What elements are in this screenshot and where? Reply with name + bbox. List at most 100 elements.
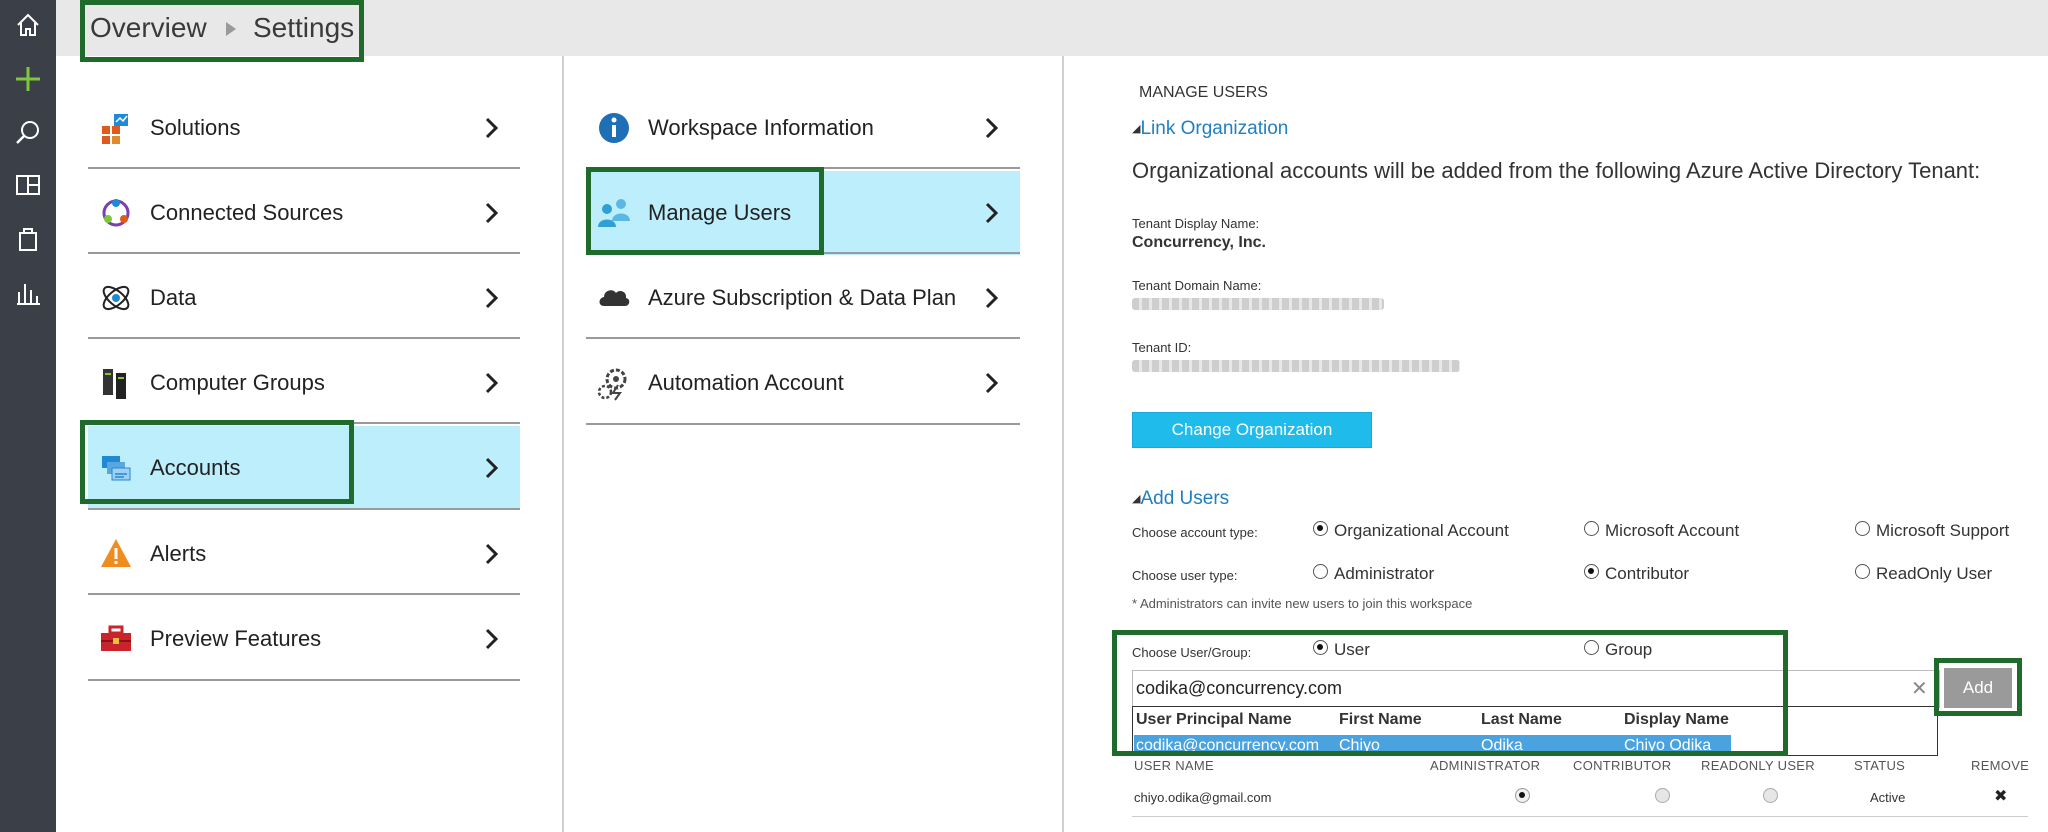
annotation-box-add-button [1934,658,2022,716]
radio-label: Organizational Account [1334,521,1509,540]
annotation-box-user-picker [1112,630,1788,756]
menu-item-alerts[interactable]: Alerts [88,512,520,596]
table-header-administrator: ADMINISTRATOR [1430,758,1541,773]
solutions-icon [102,114,128,144]
table-row-divider [1132,816,2028,817]
alert-icon [101,539,131,567]
chevron-right-icon [485,628,499,650]
radio-microsoft-account[interactable] [1584,521,1599,536]
table-header-contributor: CONTRIBUTOR [1573,758,1672,773]
radio-label: Administrator [1334,564,1435,583]
table-header-remove: REMOVE [1971,758,2030,773]
cloud-icon [599,290,630,306]
chevron-right-icon [485,117,499,139]
tenant-display-label: Tenant Display Name: [1132,216,1260,231]
info-icon [599,113,629,143]
radio-label: Contributor [1605,564,1690,583]
add-users-toggle[interactable]: ◢Add Users [1132,488,1229,510]
column-divider [562,56,564,832]
clear-icon[interactable]: ✕ [1911,676,1928,701]
automation-icon [597,368,627,401]
radio-readonly-user[interactable] [1855,564,1870,579]
dashboard-icon[interactable] [13,170,43,200]
menu-item-label: Preview Features [150,626,322,651]
menu-divider [88,252,520,254]
annotation-box-breadcrumb [80,0,364,62]
radio-contributor[interactable] [1584,564,1599,579]
radio-administrator[interactable] [1313,564,1328,579]
add-users-label: Add Users [1140,488,1230,509]
data-icon [102,285,130,311]
link-organization-label: Link Organization [1140,118,1289,139]
menu-item-label: Connected Sources [150,200,344,225]
menu-item-data[interactable]: Data [88,256,520,340]
tenant-display-value: Concurrency, Inc. [1132,234,1266,251]
user-type-label: Choose user type: [1132,568,1238,583]
left-nav-rail [0,0,56,832]
menu-item-label: Computer Groups [150,370,325,395]
menu-item-preview-features[interactable]: Preview Features [88,597,520,681]
annotation-box-accounts [80,420,354,504]
link-organization-toggle[interactable]: ◢Link Organization [1132,118,1288,140]
add-icon[interactable] [13,64,43,94]
change-organization-button[interactable]: Change Organization [1132,412,1372,448]
chevron-right-icon [985,117,999,139]
row-radio-administrator[interactable] [1515,788,1530,803]
table-header-user-name: USER NAME [1134,758,1214,773]
row-status: Active [1870,790,1906,805]
column-divider [1062,56,1064,832]
tenant-domain-label: Tenant Domain Name: [1132,278,1262,293]
computer-groups-icon [103,369,126,399]
tenant-id-label: Tenant ID: [1132,340,1192,355]
radio-organizational-account[interactable] [1313,521,1328,536]
menu-divider [88,593,520,595]
section-title: MANAGE USERS [1139,84,1268,101]
tenant-id-redacted [1132,360,1460,372]
radio-microsoft-support[interactable] [1855,521,1870,536]
chevron-right-icon [985,372,999,394]
row-radio-readonly[interactable] [1763,788,1778,803]
menu-item-label: Solutions [150,115,241,140]
log-search-icon[interactable] [13,118,43,148]
table-header-readonly-user: READONLY USER [1701,758,1815,773]
chevron-right-icon [485,287,499,309]
menu-divider [586,423,1020,425]
admin-note: * Administrators can invite new users to… [1132,596,1473,611]
menu-item-label: Workspace Information [648,115,874,140]
chevron-right-icon [485,457,499,479]
row-user-name: chiyo.odika@gmail.com [1134,790,1272,805]
annotation-box-manage-users [586,167,824,255]
chevron-right-icon [485,202,499,224]
usage-chart-icon[interactable] [13,278,43,308]
menu-item-azure-subscription[interactable]: Azure Subscription & Data Plan [586,256,1020,340]
menu-item-automation-account[interactable]: Automation Account [586,341,1020,425]
connected-sources-icon [102,199,130,227]
tenant-domain-redacted [1132,298,1384,310]
chevron-right-icon [985,202,999,224]
menu-item-workspace-information[interactable]: Workspace Information [586,86,1020,170]
menu-item-label: Alerts [150,541,207,566]
solutions-gallery-icon[interactable] [13,224,43,254]
radio-label: Microsoft Account [1605,521,1740,540]
menu-item-label: Azure Subscription & Data Plan [648,285,957,310]
home-icon[interactable] [13,10,43,40]
menu-divider [586,337,1020,339]
menu-item-label: Data [150,285,197,310]
menu-divider [88,337,520,339]
menu-divider [88,508,520,510]
account-type-label: Choose account type: [1132,525,1258,540]
radio-label: Microsoft Support [1876,521,2010,540]
chevron-right-icon [485,543,499,565]
menu-item-label: Automation Account [648,370,844,395]
menu-divider [88,167,520,169]
toolbox-icon [101,625,131,651]
menu-item-computer-groups[interactable]: Computer Groups [88,341,520,425]
row-radio-contributor[interactable] [1655,788,1670,803]
menu-divider [88,679,520,681]
table-header-status: STATUS [1854,758,1906,773]
menu-item-connected-sources[interactable]: Connected Sources [88,171,520,255]
chevron-right-icon [485,372,499,394]
remove-icon[interactable]: ✖ [1994,786,2007,806]
chevron-right-icon [985,287,999,309]
menu-item-solutions[interactable]: Solutions [88,86,520,170]
